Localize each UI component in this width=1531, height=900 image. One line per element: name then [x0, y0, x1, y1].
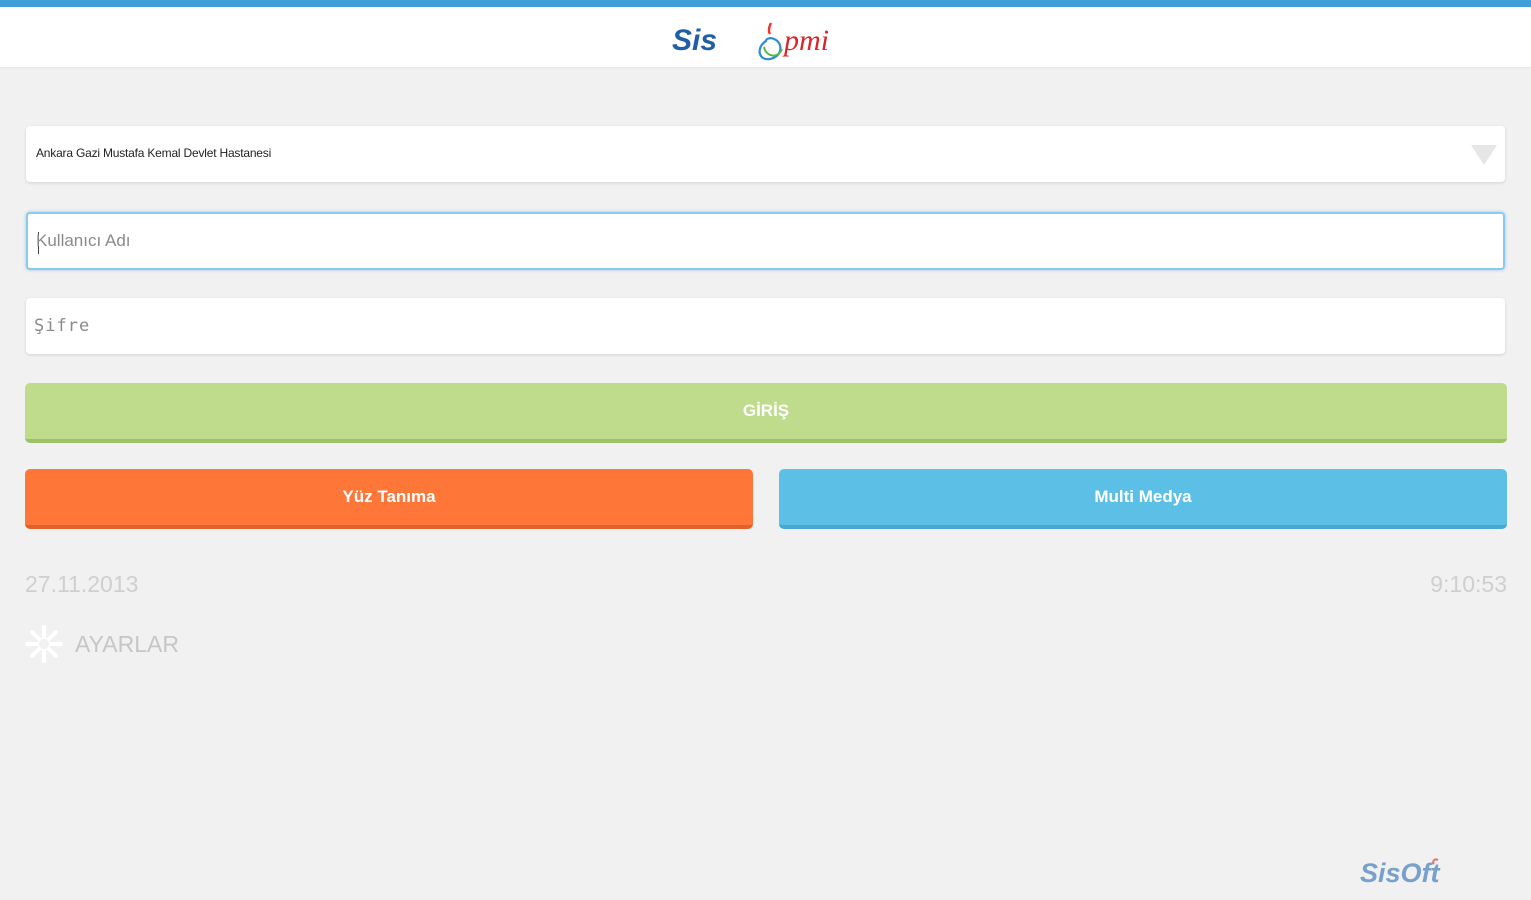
svg-text:SisOft: SisOft [1360, 858, 1441, 888]
hospital-select-value: Ankara Gazi Mustafa Kemal Devlet Hastane… [36, 146, 272, 160]
settings-link[interactable]: AYARLAR [24, 624, 179, 664]
sisopmi-logo: Sis pmi [672, 22, 829, 61]
settings-icon [25, 625, 63, 663]
dropdown-arrow-icon [1471, 145, 1497, 165]
password-field[interactable] [26, 298, 1505, 354]
username-input[interactable] [36, 214, 1486, 268]
app-header: Sis pmi [0, 7, 1531, 67]
password-input[interactable] [34, 298, 1484, 354]
hospital-select[interactable]: Ankara Gazi Mustafa Kemal Devlet Hastane… [26, 126, 1505, 182]
time-display: 9:10:53 [1430, 571, 1507, 597]
svg-text:pmi: pmi [782, 24, 829, 57]
top-accent-bar [0, 0, 1531, 7]
svg-text:Sis: Sis [672, 24, 717, 57]
username-field[interactable] [26, 212, 1505, 270]
multimedia-button[interactable]: Multi Medya [779, 469, 1507, 529]
sisoft-logo: SisOft [1360, 858, 1441, 888]
login-button[interactable]: GİRİŞ [25, 383, 1507, 443]
settings-label: AYARLAR [75, 630, 179, 657]
date-display: 27.11.2013 [25, 571, 139, 597]
face-recognition-button[interactable]: Yüz Tanıma [25, 469, 753, 529]
